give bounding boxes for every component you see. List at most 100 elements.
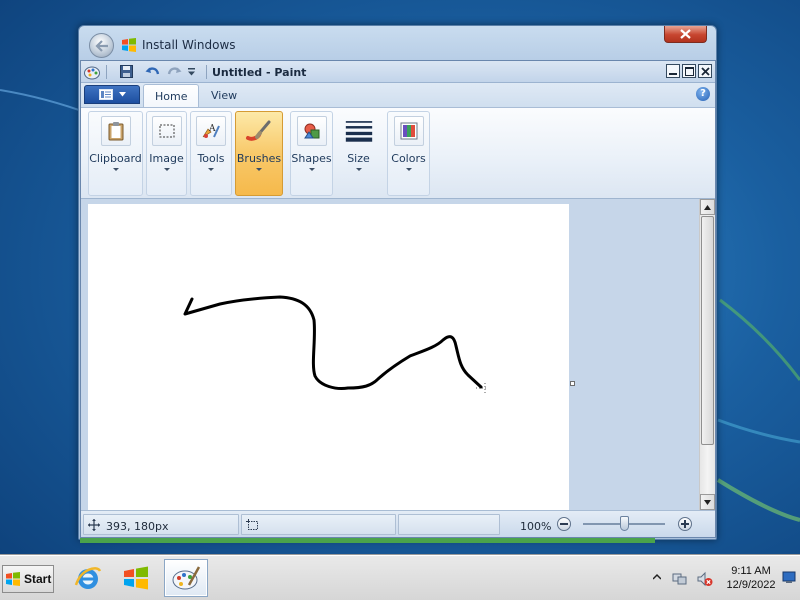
taskbar-windows-media[interactable] <box>114 559 158 597</box>
clock-date: 12/9/2022 <box>726 579 776 591</box>
selection-glyph <box>159 124 174 138</box>
chevron-down-icon <box>118 92 126 97</box>
chevron-down-icon <box>355 168 362 171</box>
chevron-down-icon <box>256 168 262 171</box>
maximize-button[interactable] <box>682 64 696 78</box>
drawing-canvas[interactable] <box>88 204 569 510</box>
colors-icon <box>393 116 424 146</box>
canvas-workspace <box>81 199 699 510</box>
ribbon-group-label: Size <box>347 152 370 165</box>
zoom-slider-thumb[interactable] <box>620 516 629 531</box>
selection-size-cell <box>241 514 396 535</box>
ribbon-group-label: Brushes <box>236 152 282 165</box>
internet-explorer-icon <box>74 567 102 589</box>
close-icon <box>680 29 691 39</box>
clipboard-glyph <box>108 122 123 141</box>
windows-flag-icon <box>124 566 148 590</box>
zoom-level-text: 100% <box>520 520 552 533</box>
select-icon <box>151 116 182 146</box>
cursor-position-icon <box>88 519 100 531</box>
svg-text:A: A <box>208 124 216 134</box>
windows-logo-icon <box>6 572 20 586</box>
shapes-glyph <box>303 123 319 139</box>
ribbon-group-brushes[interactable]: Brushes <box>235 111 283 196</box>
brush-icon <box>244 116 274 146</box>
install-close-button[interactable] <box>664 26 707 43</box>
ribbon-home-panel: Clipboard Image A Tools Brushes Shapes S… <box>81 107 715 199</box>
paint-window: Untitled - Paint Home View ? Clipboard I… <box>80 60 716 538</box>
paint-palette-icon <box>172 566 201 590</box>
title-separator <box>206 65 207 79</box>
paint-menu-button[interactable] <box>84 85 140 104</box>
arrow-down-icon <box>704 499 711 505</box>
paint-window-title: Untitled - Paint <box>212 66 307 79</box>
minus-icon <box>560 523 568 525</box>
system-clock[interactable]: 9:11 AM 12/9/2022 <box>714 564 788 592</box>
drawn-stroke <box>183 295 486 393</box>
zoom-out-button[interactable] <box>557 517 571 531</box>
ribbon-group-label: Image <box>149 152 184 165</box>
zoom-in-button[interactable] <box>678 517 692 531</box>
taskbar-paint[interactable] <box>164 559 208 597</box>
canvas-resize-handle[interactable] <box>570 381 575 386</box>
tab-home[interactable]: Home <box>143 84 200 107</box>
vertical-scrollbar[interactable] <box>699 199 715 510</box>
back-arrow-icon <box>94 39 108 52</box>
taskbar-internet-explorer[interactable] <box>66 559 110 597</box>
windows-logo-icon <box>122 38 136 52</box>
status-bar: 393, 180px 100% <box>81 510 715 537</box>
brush-glyph <box>246 120 271 141</box>
save-icon[interactable] <box>120 65 133 78</box>
undo-icon[interactable] <box>145 65 160 78</box>
ribbon-group-label: Clipboard <box>89 152 142 165</box>
size-lines-icon <box>344 116 374 146</box>
help-icon[interactable]: ? <box>696 87 710 101</box>
shapes-icon <box>296 116 327 146</box>
chevron-down-icon <box>405 168 412 171</box>
minimize-button[interactable] <box>666 64 680 78</box>
ribbon-group-label: Colors <box>391 152 426 165</box>
maximize-icon <box>684 66 694 76</box>
network-icon[interactable] <box>672 571 688 587</box>
ribbon-group-clipboard[interactable]: Clipboard <box>88 111 143 196</box>
arrow-up-icon <box>704 204 711 210</box>
tools-glyph: A <box>202 124 220 138</box>
image-size-cell <box>398 514 500 535</box>
ribbon-group-image[interactable]: Image <box>146 111 187 196</box>
action-center-icon[interactable] <box>782 570 796 584</box>
start-label: Start <box>24 572 52 586</box>
tools-icon: A <box>196 116 226 146</box>
ribbon-tab-bar: Home View ? <box>81 83 715 107</box>
ribbon-group-tools[interactable]: A Tools <box>190 111 232 196</box>
clipboard-icon <box>100 116 131 146</box>
plus-icon <box>681 520 689 528</box>
paint-app-icon[interactable] <box>84 64 101 80</box>
ribbon-group-shapes[interactable]: Shapes <box>290 111 333 196</box>
clock-time: 9:11 AM <box>731 565 771 577</box>
tab-view[interactable]: View <box>200 84 248 107</box>
customize-qat-icon[interactable] <box>187 67 196 77</box>
volume-muted-icon[interactable] <box>697 571 713 587</box>
scroll-thumb[interactable] <box>701 216 714 445</box>
install-window-title: Install Windows <box>142 38 236 52</box>
scroll-up-button[interactable] <box>700 199 715 215</box>
chevron-down-icon <box>208 168 214 171</box>
show-hidden-icons-icon[interactable] <box>653 573 661 581</box>
close-icon <box>700 66 710 76</box>
redo-icon[interactable] <box>167 65 182 78</box>
size-lines-glyph <box>345 121 372 142</box>
install-progress-strip <box>80 538 655 543</box>
start-button[interactable]: Start <box>2 565 54 593</box>
ribbon-group-colors[interactable]: Colors <box>387 111 430 196</box>
close-button[interactable] <box>698 64 712 78</box>
minimize-icon <box>669 73 677 75</box>
scroll-down-button[interactable] <box>700 494 715 510</box>
ribbon-group-size[interactable]: Size <box>336 111 381 196</box>
chevron-down-icon <box>112 168 119 171</box>
paint-titlebar: Untitled - Paint <box>81 61 715 83</box>
cursor-position-text: 393, 180px <box>106 520 169 533</box>
back-button[interactable] <box>89 33 114 58</box>
cursor-position-cell: 393, 180px <box>83 514 239 535</box>
ribbon-group-label: Tools <box>197 152 225 165</box>
chevron-down-icon <box>308 168 315 171</box>
